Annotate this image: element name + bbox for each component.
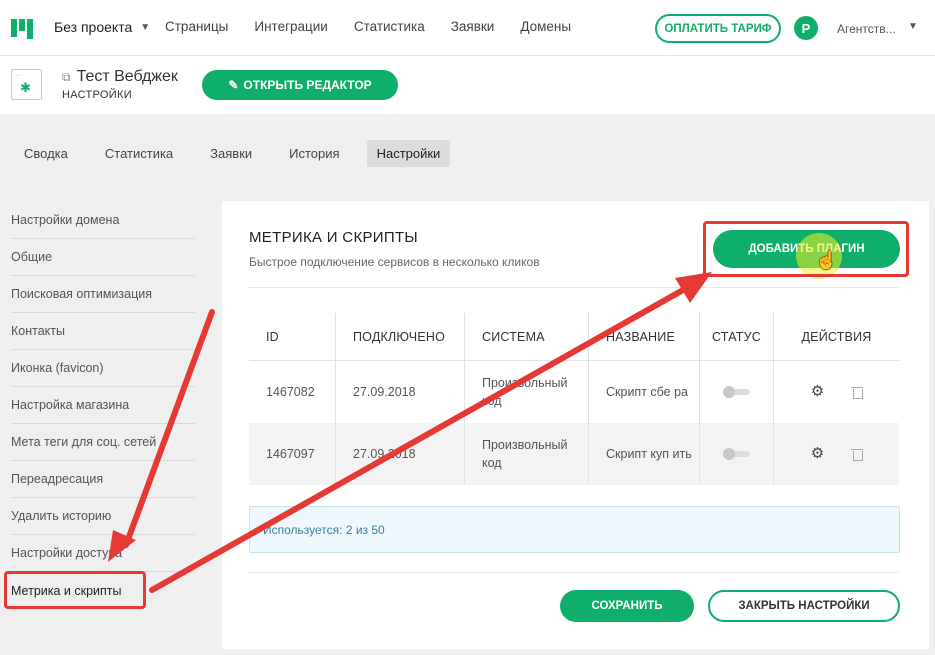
sidebar-item-access[interactable]: Настройки доступа (11, 535, 195, 572)
save-button[interactable]: СОХРАНИТЬ (560, 590, 694, 622)
cell-system: Произвольный код (465, 423, 589, 485)
external-link-icon[interactable]: ⧉ (62, 70, 71, 85)
column-header-system: СИСТЕМА (465, 313, 589, 360)
nav-pages[interactable]: Страницы (165, 19, 228, 34)
sidebar-item-domain-settings[interactable]: Настройки домена (11, 202, 195, 239)
gear-icon[interactable]: ⚙ (811, 383, 824, 401)
site-title-text: Тест Вебджек (76, 68, 178, 85)
main-nav: Страницы Интеграции Статистика Заявки До… (165, 19, 571, 34)
open-editor-label: ОТКРЫТЬ РЕДАКТОР (243, 78, 372, 92)
column-header-name: НАЗВАНИЕ (589, 313, 700, 360)
account-caret-icon[interactable]: ▼ (908, 21, 918, 32)
column-header-status: СТАТУС (700, 313, 774, 360)
close-settings-button[interactable]: ЗАКРЫТЬ НАСТРОЙКИ (708, 590, 900, 622)
settings-sidebar: Настройки домена Общие Поисковая оптимиз… (11, 202, 195, 609)
cell-date: 27.09.2018 (336, 423, 465, 485)
tab-summary[interactable]: Сводка (14, 140, 78, 167)
nav-integrations[interactable]: Интеграции (254, 19, 327, 34)
nav-domains[interactable]: Домены (520, 19, 571, 34)
edit-icon: ✎ (228, 78, 239, 92)
site-subtitle: НАСТРОЙКИ (62, 89, 132, 101)
site-settings-icon: ··· ✱ (11, 69, 42, 100)
cell-id: 1467082 (249, 361, 336, 423)
account-name[interactable]: Агентств... (837, 22, 896, 36)
sidebar-item-contacts[interactable]: Контакты (11, 313, 195, 350)
column-header-id: ID (249, 313, 336, 360)
plugins-table: ID ПОДКЛЮЧЕНО СИСТЕМА НАЗВАНИЕ СТАТУС ДЕ… (249, 313, 899, 485)
cell-actions: ⚙ (774, 361, 899, 423)
site-header: ··· ✱ ⧉ Тест Вебджек НАСТРОЙКИ ✎ ОТКРЫТЬ… (0, 56, 935, 114)
sidebar-item-social-meta[interactable]: Мета теги для соц. сетей (11, 424, 195, 461)
sidebar-item-redirects[interactable]: Переадресация (11, 461, 195, 498)
cell-date: 27.09.2018 (336, 361, 465, 423)
settings-tabs: Сводка Статистика Заявки История Настрой… (14, 140, 467, 167)
column-header-actions: ДЕЙСТВИЯ (801, 329, 872, 344)
divider (249, 287, 899, 288)
logo-icon[interactable] (11, 17, 33, 39)
highlight-metrics-scripts (4, 571, 146, 609)
table-header: ID ПОДКЛЮЧЕНО СИСТЕМА НАЗВАНИЕ СТАТУС ДЕ… (249, 313, 899, 361)
column-header-connected: ПОДКЛЮЧЕНО (336, 313, 465, 360)
cell-id: 1467097 (249, 423, 336, 485)
divider (249, 572, 899, 573)
cell-status (700, 423, 774, 485)
tab-history[interactable]: История (279, 140, 349, 167)
project-selector[interactable]: Без проекта ▼ (54, 19, 150, 35)
status-toggle[interactable] (722, 386, 750, 398)
trash-icon[interactable] (851, 448, 864, 461)
tab-leads[interactable]: Заявки (200, 140, 262, 167)
caret-down-icon: ▼ (140, 21, 151, 33)
highlight-add-plugin (703, 221, 909, 277)
project-label: Без проекта (54, 19, 133, 35)
sidebar-item-general[interactable]: Общие (11, 239, 195, 276)
usage-info: Используется: 2 из 50 (249, 506, 900, 553)
avatar[interactable]: P (794, 16, 818, 40)
cell-name: Скрипт куп ить (589, 423, 700, 485)
panel-title: МЕТРИКА И СКРИПТЫ (249, 229, 418, 246)
cell-system: Произвольный код (465, 361, 589, 423)
sidebar-item-delete-history[interactable]: Удалить историю (11, 498, 195, 535)
site-title: ⧉ Тест Вебджек (62, 68, 178, 86)
tab-settings[interactable]: Настройки (366, 140, 451, 167)
trash-icon[interactable] (851, 386, 864, 399)
top-navbar: Без проекта ▼ Страницы Интеграции Статис… (0, 0, 935, 56)
sidebar-item-favicon[interactable]: Иконка (favicon) (11, 350, 195, 387)
table-row: 1467082 27.09.2018 Произвольный код Скри… (249, 361, 899, 423)
pay-tariff-button[interactable]: ОПЛАТИТЬ ТАРИФ (655, 14, 781, 43)
sidebar-item-shop[interactable]: Настройка магазина (11, 387, 195, 424)
tab-statistics[interactable]: Статистика (95, 140, 183, 167)
nav-leads[interactable]: Заявки (451, 19, 495, 34)
panel-subtitle: Быстрое подключение сервисов в несколько… (249, 255, 540, 269)
gear-icon[interactable]: ⚙ (811, 445, 824, 463)
cell-status (700, 361, 774, 423)
status-toggle[interactable] (722, 448, 750, 460)
sidebar-item-seo[interactable]: Поисковая оптимизация (11, 276, 195, 313)
open-editor-button[interactable]: ✎ ОТКРЫТЬ РЕДАКТОР (202, 70, 398, 100)
nav-statistics[interactable]: Статистика (354, 19, 425, 34)
cell-name: Скрипт сбе ра (589, 361, 700, 423)
cell-actions: ⚙ (774, 423, 899, 485)
table-row: 1467097 27.09.2018 Произвольный код Скри… (249, 423, 899, 485)
